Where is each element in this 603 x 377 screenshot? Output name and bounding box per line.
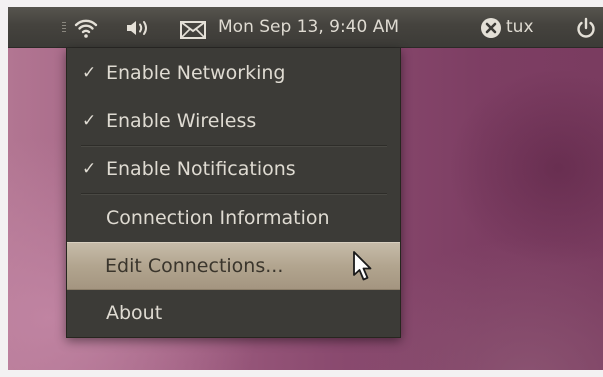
network-menu: ✓ Enable Networking ✓ Enable Wireless ✓ … [66, 48, 401, 338]
menu-item-label: About [106, 302, 163, 324]
menu-item-edit-connections[interactable]: Edit Connections... [67, 242, 400, 290]
checkmark-icon: ✓ [82, 111, 97, 131]
panel-grip[interactable] [62, 22, 66, 32]
menu-item-label: Enable Wireless [106, 110, 257, 132]
user-name[interactable]: tux [506, 7, 534, 48]
user-status-busy-icon[interactable] [480, 17, 502, 39]
menu-item-label: Edit Connections... [105, 255, 284, 277]
menu-item-connection-information[interactable]: Connection Information [68, 194, 400, 242]
menu-item-about[interactable]: About [68, 289, 400, 337]
power-icon[interactable] [575, 17, 597, 39]
checkmark-icon: ✓ [82, 63, 97, 83]
speaker-volume-icon[interactable] [125, 17, 153, 39]
menu-item-label: Enable Networking [106, 62, 286, 84]
menu-item-enable-wireless[interactable]: ✓ Enable Wireless [68, 97, 400, 145]
envelope-icon[interactable] [180, 19, 206, 41]
checkmark-icon: ✓ [82, 159, 97, 179]
mouse-pointer-icon [353, 251, 372, 281]
menu-item-enable-notifications[interactable]: ✓ Enable Notifications [68, 145, 400, 193]
menu-item-label: Connection Information [106, 207, 330, 229]
menu-item-label: Enable Notifications [106, 158, 296, 180]
wallpaper-glow [448, 68, 603, 268]
top-panel: Mon Sep 13, 9:40 AM tux [8, 7, 603, 48]
menu-item-enable-networking[interactable]: ✓ Enable Networking [68, 49, 400, 97]
clock[interactable]: Mon Sep 13, 9:40 AM [218, 7, 399, 48]
wifi-icon[interactable] [74, 17, 98, 39]
